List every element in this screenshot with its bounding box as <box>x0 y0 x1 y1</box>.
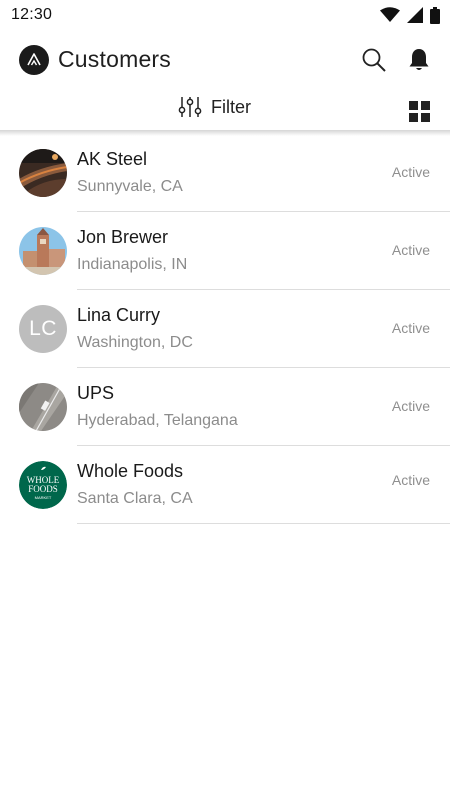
filter-button[interactable]: Filter <box>178 94 251 120</box>
filter-bar: Filter <box>0 90 450 130</box>
battery-icon <box>430 6 440 24</box>
list-item[interactable]: Jon Brewer Indianapolis, IN Active <box>0 212 450 290</box>
status-badge: Active <box>391 398 430 414</box>
status-badge: Active <box>391 242 430 258</box>
sliders-icon <box>178 97 202 117</box>
avatar <box>19 227 67 275</box>
customer-name: Whole Foods <box>77 461 184 481</box>
divider <box>77 523 450 524</box>
customer-location: Indianapolis, IN <box>77 256 188 273</box>
grid-view-icon[interactable] <box>409 101 431 123</box>
customer-list: AK Steel Sunnyvale, CA Active Jon Brewer… <box>0 134 450 524</box>
list-item[interactable]: WHOLE FOODS MARKET Whole Foods Santa Cla… <box>0 446 450 524</box>
customer-name: Lina Curry <box>77 305 161 325</box>
list-item[interactable]: UPS Hyderabad, Telangana Active <box>0 368 450 446</box>
bell-icon <box>409 49 429 70</box>
avatar <box>19 149 67 197</box>
status-badge: Active <box>391 164 430 180</box>
status-icons <box>380 6 440 24</box>
brand-logo-icon <box>19 45 49 75</box>
customer-name: Jon Brewer <box>77 227 169 247</box>
filter-label: Filter <box>211 96 251 117</box>
logo-text-line: MARKET <box>35 495 52 500</box>
search-icon <box>362 48 386 72</box>
page-title: Customers <box>58 46 171 72</box>
avatar <box>19 383 67 431</box>
logo-text-line: FOODS <box>28 484 58 494</box>
customer-name: UPS <box>77 383 115 403</box>
notifications-button[interactable] <box>407 47 431 73</box>
app-bar: Customers <box>0 30 450 90</box>
whole-foods-logo: WHOLE FOODS MARKET <box>19 461 67 509</box>
customer-location: Santa Clara, CA <box>77 490 193 507</box>
avatar: LC <box>19 305 67 353</box>
customer-name: AK Steel <box>77 149 148 169</box>
wifi-icon <box>380 7 400 22</box>
status-badge: Active <box>391 320 430 336</box>
avatar-initials: LC <box>19 305 67 353</box>
list-item[interactable]: AK Steel Sunnyvale, CA Active <box>0 134 450 212</box>
customer-location: Washington, DC <box>77 334 193 351</box>
customer-location: Sunnyvale, CA <box>77 178 183 195</box>
status-time: 12:30 <box>11 6 53 23</box>
list-item[interactable]: LC Lina Curry Washington, DC Active <box>0 290 450 368</box>
customer-location: Hyderabad, Telangana <box>77 412 238 429</box>
status-bar: 12:30 <box>0 0 450 30</box>
cellular-signal-icon <box>407 7 423 23</box>
search-button[interactable] <box>361 47 387 73</box>
status-badge: Active <box>391 472 430 488</box>
